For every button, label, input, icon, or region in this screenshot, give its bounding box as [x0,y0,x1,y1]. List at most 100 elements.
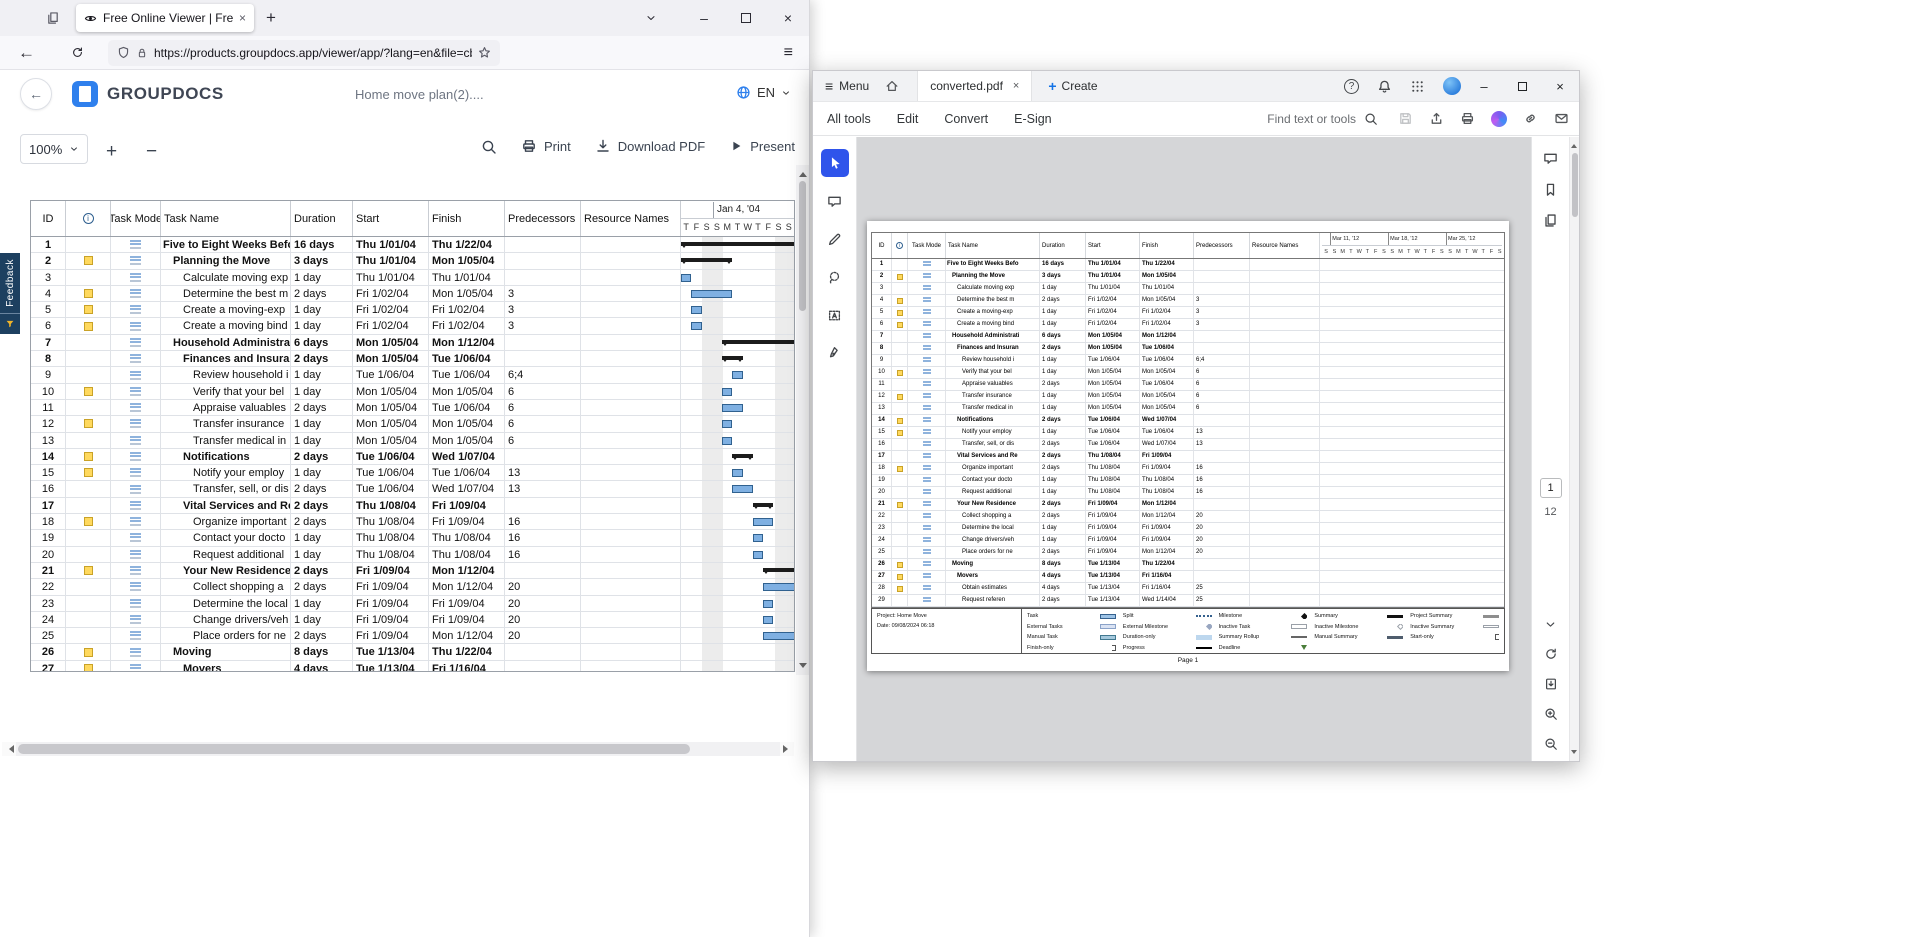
email-icon[interactable] [1554,111,1569,126]
task-row[interactable]: 26 Moving 8 days Tue 1/13/04 Thu 1/22/04 [31,644,794,660]
lock-icon[interactable] [136,47,148,59]
download-pdf-button[interactable]: Download PDF [595,138,705,154]
find-tools[interactable]: Find text or tools [1267,112,1378,126]
task-row[interactable]: 10 Verify that your bel 1 day Mon 1/05/0… [31,384,794,400]
tab-esign[interactable]: E-Sign [1014,112,1052,126]
task-row[interactable]: 11 Appraise valuables 2 days Mon 1/05/04… [31,400,794,416]
scroll-thumb[interactable] [1572,153,1578,217]
task-row[interactable]: 12 Transfer insurance 1 day Mon 1/05/04 … [872,391,1504,403]
tab-close-icon[interactable]: × [239,11,246,25]
lasso-tool[interactable] [821,263,849,291]
export-icon[interactable] [1544,677,1558,691]
horizontal-scrollbar[interactable] [2,742,794,756]
rotate-page-icon[interactable] [1544,647,1558,661]
task-row[interactable]: 10 Verify that your bel 1 day Mon 1/05/0… [872,367,1504,379]
task-row[interactable]: 29 Request referen 2 days Tue 1/13/04 We… [872,595,1504,607]
ai-assistant-icon[interactable] [1491,111,1507,127]
page-number-input[interactable]: 1 [1540,478,1562,498]
task-row[interactable]: 25 Place orders for ne 2 days Fri 1/09/0… [31,628,794,644]
task-row[interactable]: 9 Review household i 1 day Tue 1/06/04 T… [872,355,1504,367]
firefox-view-icon[interactable] [46,9,60,27]
viewer-back-button[interactable]: ← [20,78,52,110]
task-row[interactable]: 13 Transfer medical in 1 day Mon 1/05/04… [31,433,794,449]
menu-button[interactable]: ≡Menu [825,78,869,94]
task-row[interactable]: 14 Notifications 2 days Tue 1/06/04 Wed … [872,415,1504,427]
browser-tab[interactable]: Free Online Viewer | Free Group... × [76,4,254,32]
task-row[interactable]: 24 Change drivers/veh 1 day Fri 1/09/04 … [872,535,1504,547]
groupdocs-logo[interactable]: GROUPDOCS [72,81,224,107]
task-row[interactable]: 12 Transfer insurance 1 day Mon 1/05/04 … [31,416,794,432]
bell-icon[interactable] [1377,79,1392,94]
task-row[interactable]: 13 Transfer medical in 1 day Mon 1/05/04… [872,403,1504,415]
task-row[interactable]: 16 Transfer, sell, or dis 2 days Tue 1/0… [872,439,1504,451]
maximize-button[interactable] [1503,71,1541,101]
task-row[interactable]: 16 Transfer, sell, or dis 2 days Tue 1/0… [31,481,794,497]
task-row[interactable]: 7 Household Administrati 6 days Mon 1/05… [31,335,794,351]
scroll-right-icon[interactable] [780,742,794,756]
task-row[interactable]: 21 Your New Residence 2 days Fri 1/09/04… [872,499,1504,511]
task-row[interactable]: 21 Your New Residence 2 days Fri 1/09/04… [31,563,794,579]
task-row[interactable]: 1 Five to Eight Weeks Befo 16 days Thu 1… [31,237,794,253]
task-row[interactable]: 6 Create a moving bind 1 day Fri 1/02/04… [872,319,1504,331]
fill-sign-tool[interactable] [821,339,849,367]
task-row[interactable]: 25 Place orders for ne 2 days Fri 1/09/0… [872,547,1504,559]
task-row[interactable]: 5 Create a moving-exp 1 day Fri 1/02/04 … [872,307,1504,319]
select-tool[interactable] [821,149,849,177]
scroll-down-icon[interactable] [799,663,807,672]
language-selector[interactable]: EN [736,85,791,100]
home-button[interactable] [885,79,899,94]
pdf-scrollbar[interactable] [1569,137,1579,761]
search-icon[interactable] [1364,112,1378,126]
create-button[interactable]: +Create [1048,78,1097,94]
task-row[interactable]: 4 Determine the best m 2 days Fri 1/02/0… [31,286,794,302]
text-box-tool[interactable] [821,301,849,329]
vertical-scroll-thumb[interactable] [799,181,806,311]
task-row[interactable]: 8 Finances and Insuran 2 days Mon 1/05/0… [31,351,794,367]
zoom-in-button[interactable]: + [106,141,117,163]
new-tab-button[interactable]: + [266,8,276,28]
task-row[interactable]: 14 Notifications 2 days Tue 1/06/04 Wed … [31,449,794,465]
task-row[interactable]: 6 Create a moving bind 1 day Fri 1/02/04… [31,318,794,334]
task-row[interactable]: 26 Moving 8 days Tue 1/13/04 Thu 1/22/04 [872,559,1504,571]
close-button[interactable]: × [767,0,809,36]
task-row[interactable]: 18 Organize important 2 days Thu 1/08/04… [872,463,1504,475]
link-icon[interactable] [1523,111,1538,126]
print-button[interactable]: Print [521,138,571,154]
task-row[interactable]: 15 Notify your employ 1 day Tue 1/06/04 … [872,427,1504,439]
task-row[interactable]: 17 Vital Services and Re 2 days Thu 1/08… [872,451,1504,463]
zoom-out-button[interactable]: − [146,141,157,163]
draw-tool[interactable] [821,225,849,253]
url-text[interactable]: https://products.groupdocs.app/viewer/ap… [154,46,472,60]
horizontal-scroll-thumb[interactable] [18,744,690,754]
search-button[interactable] [481,138,497,155]
task-row[interactable]: 20 Request additional 1 day Thu 1/08/04 … [872,487,1504,499]
tab-convert[interactable]: Convert [944,112,988,126]
next-page-icon[interactable] [1544,618,1557,631]
printer-icon[interactable] [1460,111,1475,126]
tab-close-icon[interactable]: × [1013,80,1019,92]
tab-all-tools[interactable]: All tools [827,112,871,126]
apps-grid-icon[interactable] [1410,79,1425,94]
save-icon[interactable] [1398,111,1413,126]
document-tab[interactable]: converted.pdf × [917,71,1032,101]
feedback-tab[interactable]: Feedback [0,253,20,313]
help-icon[interactable]: ? [1344,79,1359,94]
task-row[interactable]: 23 Determine the local 1 day Fri 1/09/04… [31,596,794,612]
tab-edit[interactable]: Edit [897,112,919,126]
filter-tab[interactable] [0,313,20,334]
comment-tool[interactable] [821,187,849,215]
task-row[interactable]: 18 Organize important 2 days Thu 1/08/04… [31,514,794,530]
back-button[interactable]: ← [18,43,35,63]
task-row[interactable]: 20 Request additional 1 day Thu 1/08/04 … [31,547,794,563]
minimize-button[interactable]: – [1465,71,1503,101]
task-row[interactable]: 8 Finances and Insuran 2 days Mon 1/05/0… [872,343,1504,355]
shield-icon[interactable] [117,46,130,59]
scroll-up-icon[interactable] [1571,141,1577,148]
vertical-scrollbar[interactable] [796,165,809,675]
zoom-in-icon[interactable] [1544,707,1558,721]
browser-menu-icon[interactable]: ≡ [784,44,793,62]
zoom-out-icon[interactable] [1544,737,1558,751]
task-row[interactable]: 27 Movers 4 days Tue 1/13/04 Fri 1/16/04 [872,571,1504,583]
task-row[interactable]: 15 Notify your employ 1 day Tue 1/06/04 … [31,465,794,481]
minimize-button[interactable]: – [683,0,725,36]
